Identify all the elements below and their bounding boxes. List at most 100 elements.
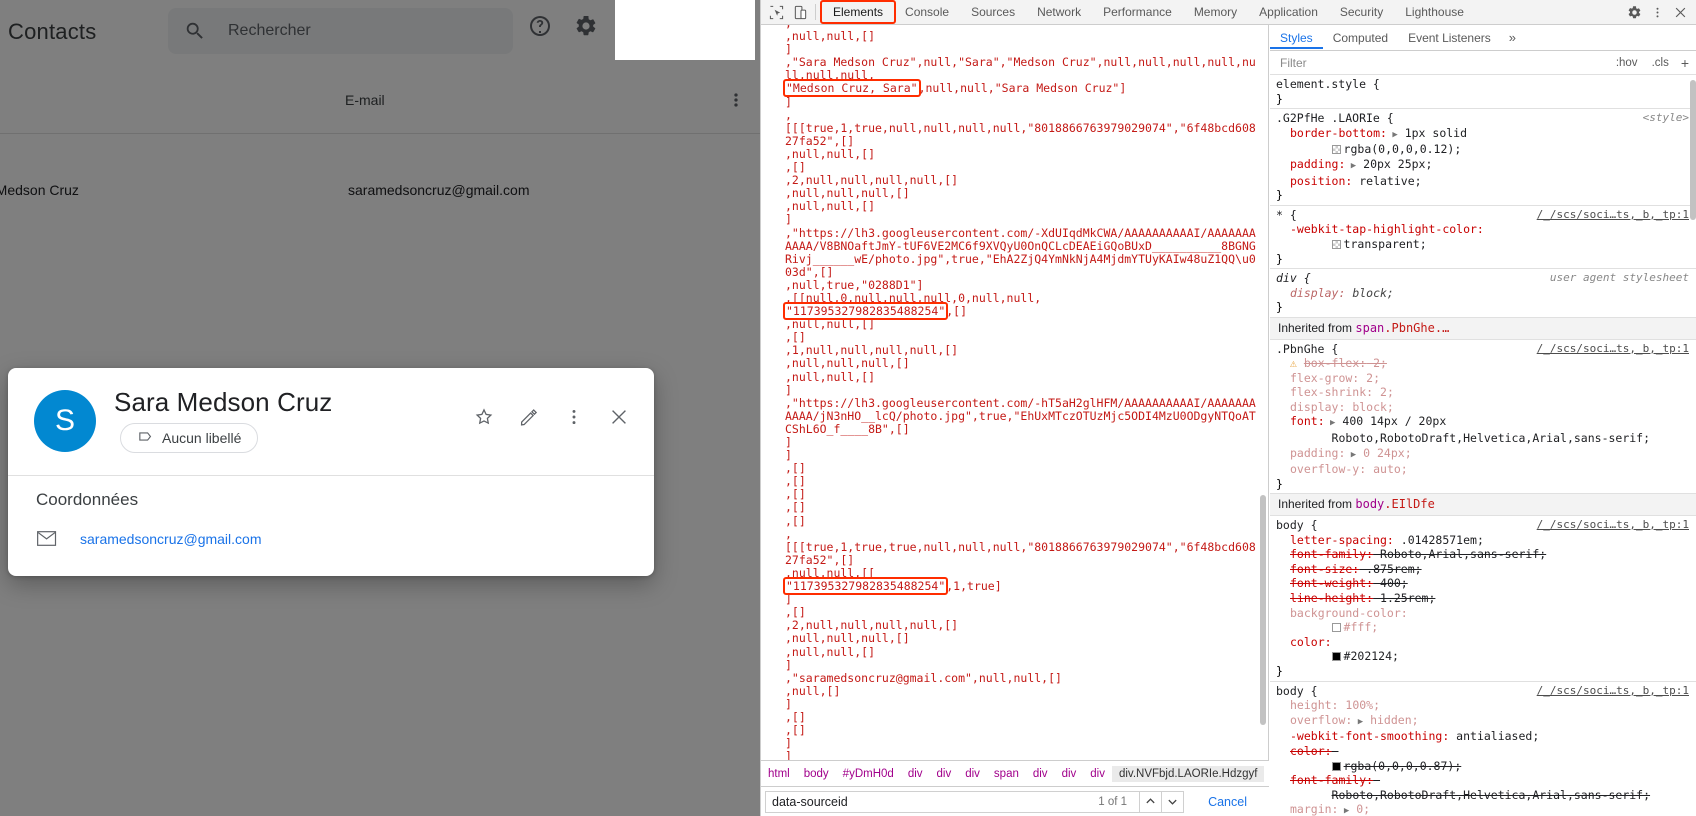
style-rule-selector[interactable]: element.style { [1276,77,1696,92]
devtools-tab-sources[interactable]: Sources [960,2,1026,22]
style-declaration[interactable]: line-height: 1.25rem; [1276,591,1696,606]
style-declaration[interactable]: height: 100%; [1276,698,1696,713]
style-declaration[interactable]: font-size: .875rem; [1276,562,1696,577]
style-declaration[interactable]: -webkit-tap-highlight-color: transparent… [1276,222,1696,251]
style-declaration[interactable]: padding: ▶ 0 24px; [1276,446,1696,463]
search-input[interactable]: Rechercher [168,8,513,54]
style-declaration[interactable]: position: relative; [1276,174,1696,189]
devtools-tab-application[interactable]: Application [1248,2,1329,22]
style-declaration[interactable]: padding: ▶ 20px 25px; [1276,157,1696,174]
style-declaration[interactable]: flex-shrink: 2; [1276,385,1696,400]
style-declaration[interactable]: display: block; [1276,286,1696,301]
breadcrumb-item[interactable]: span [987,766,1026,782]
expand-arrow-icon[interactable]: ▶ [1387,130,1397,140]
style-declaration[interactable]: margin: ▶ 0; [1276,802,1696,816]
search-prev-button[interactable] [1140,790,1163,813]
color-swatch[interactable] [1331,239,1341,249]
breadcrumb-item[interactable]: #yDmH0d [836,766,901,782]
style-rule-source[interactable]: /_/scs/soci…ts,_b,_tp:1 [1537,518,1689,533]
style-declaration[interactable]: font-weight: 400; [1276,576,1696,591]
devtools-tab-security[interactable]: Security [1329,2,1394,22]
contact-row[interactable]: a Medson Cruz saramedsoncruz@gmail.com [0,168,760,216]
new-style-rule-button[interactable]: + [1679,55,1693,71]
expand-arrow-icon[interactable]: ▶ [1325,418,1335,428]
star-icon[interactable] [473,406,495,428]
inspect-element-icon[interactable] [767,3,785,21]
styles-scrollbar[interactable] [1690,80,1696,220]
style-rule-selector[interactable]: .G2PfHe .LAORIe { [1276,111,1696,126]
devtools-tab-network[interactable]: Network [1026,2,1092,22]
devtools-close-icon[interactable] [1670,3,1690,23]
style-rule-source[interactable]: /_/scs/soci…ts,_b,_tp:1 [1537,342,1689,357]
style-declaration[interactable]: border-bottom: ▶ 1px solid rgba(0,0,0,0.… [1276,126,1696,157]
style-declaration[interactable]: font: ▶ 400 14px / 20px Roboto,RobotoDra… [1276,414,1696,445]
more-icon[interactable] [563,406,585,428]
breadcrumb-item[interactable]: div [1083,766,1112,782]
hov-toggle[interactable]: :hov [1612,56,1642,70]
breadcrumb-item[interactable]: body [797,766,836,782]
elements-tree-pane[interactable]: , ,null,null,[] ] ,"Sara Medson Cruz",nu… [761,25,1269,760]
account-avatar-area[interactable] [615,0,755,60]
style-declaration[interactable]: flex-grow: 2; [1276,371,1696,386]
styles-tab-event-listeners[interactable]: Event Listeners [1398,27,1501,49]
search-next-button[interactable] [1162,790,1185,813]
gear-icon[interactable] [574,14,598,38]
style-declaration[interactable]: font-family: Roboto,Arial,sans-serif; [1276,547,1696,562]
devtools-search-input[interactable]: data-sourceid 1 of 1 [765,790,1141,813]
device-toolbar-icon[interactable] [791,3,809,21]
color-swatch[interactable] [1331,652,1341,662]
devtools-tab-memory[interactable]: Memory [1183,2,1248,22]
edit-icon[interactable] [518,406,540,428]
expand-arrow-icon[interactable]: ▶ [1352,717,1363,727]
expand-arrow-icon[interactable]: ▶ [1338,806,1349,816]
devtools-tab-elements[interactable]: Elements [819,0,897,24]
devtools-tab-lighthouse[interactable]: Lighthouse [1394,2,1475,22]
devtools-tab-console[interactable]: Console [894,2,960,22]
code-segment: ,[] [785,330,806,345]
breadcrumb-item[interactable]: div [930,766,959,782]
expand-arrow-icon[interactable]: ▶ [1345,450,1356,460]
devtools-panel: Elements Console Sources Network Performance… [760,0,1696,816]
styles-more-tabs-icon[interactable]: » [1501,28,1524,47]
style-declaration[interactable]: letter-spacing: .01428571em; [1276,533,1696,548]
breadcrumb-item[interactable]: div [1026,766,1055,782]
search-cancel-button[interactable]: Cancel [1194,792,1261,812]
styles-tab-computed[interactable]: Computed [1323,27,1398,49]
style-declaration[interactable]: ⚠ box-flex: 2; [1276,356,1696,371]
settings-gear-icon[interactable] [1624,3,1644,23]
expand-arrow-icon[interactable]: ▶ [1345,161,1356,171]
highlighted-match: "117395327982835488254" [782,302,949,321]
breadcrumb-item[interactable]: div [901,766,930,782]
elements-scrollbar[interactable] [1260,495,1266,725]
color-swatch[interactable] [1331,761,1341,771]
style-rule-source[interactable]: /_/scs/soci…ts,_b,_tp:1 [1537,684,1689,699]
style-rule-source[interactable]: <style> [1643,111,1689,126]
style-declaration[interactable]: overflow: ▶ hidden; [1276,713,1696,730]
contact-email-link[interactable]: saramedsoncruz@gmail.com [80,531,262,547]
style-declaration[interactable]: color: rgba(0,0,0,0.87); [1276,744,1696,773]
style-declaration[interactable]: color: #202124; [1276,635,1696,664]
style-declaration[interactable]: overflow-y: auto; [1276,462,1696,477]
breadcrumb-item[interactable]: div [1055,766,1084,782]
style-declaration[interactable]: display: block; [1276,400,1696,415]
style-declaration[interactable]: -webkit-font-smoothing: antialiased; [1276,729,1696,744]
style-rule-source[interactable]: /_/scs/soci…ts,_b,_tp:1 [1537,208,1689,223]
style-declaration[interactable]: font-family: Roboto,RobotoDraft,Helvetic… [1276,773,1696,802]
breadcrumb-item[interactable]: div [958,766,987,782]
devtools-tab-performance[interactable]: Performance [1092,2,1183,22]
breadcrumb-item[interactable]: html [761,766,797,782]
more-options-icon[interactable] [726,90,746,115]
search-match-count: 1 of 1 [1098,795,1128,808]
style-declaration[interactable]: background-color: #fff; [1276,606,1696,635]
breadcrumb-item[interactable]: div.NVFbjd.LAORIe.Hdzgyf [1111,765,1265,782]
color-swatch[interactable] [1331,145,1341,155]
styles-filter-input[interactable]: Filter [1274,56,1606,70]
devtools-more-icon[interactable] [1647,3,1667,23]
cls-toggle[interactable]: .cls [1648,56,1673,70]
color-swatch[interactable] [1331,623,1341,633]
label-chip[interactable]: Aucun libellé [120,423,259,453]
help-icon[interactable] [528,14,552,38]
styles-tab-styles[interactable]: Styles [1270,27,1323,49]
style-rule-source[interactable]: user agent stylesheet [1550,271,1689,286]
close-icon[interactable] [608,406,630,428]
